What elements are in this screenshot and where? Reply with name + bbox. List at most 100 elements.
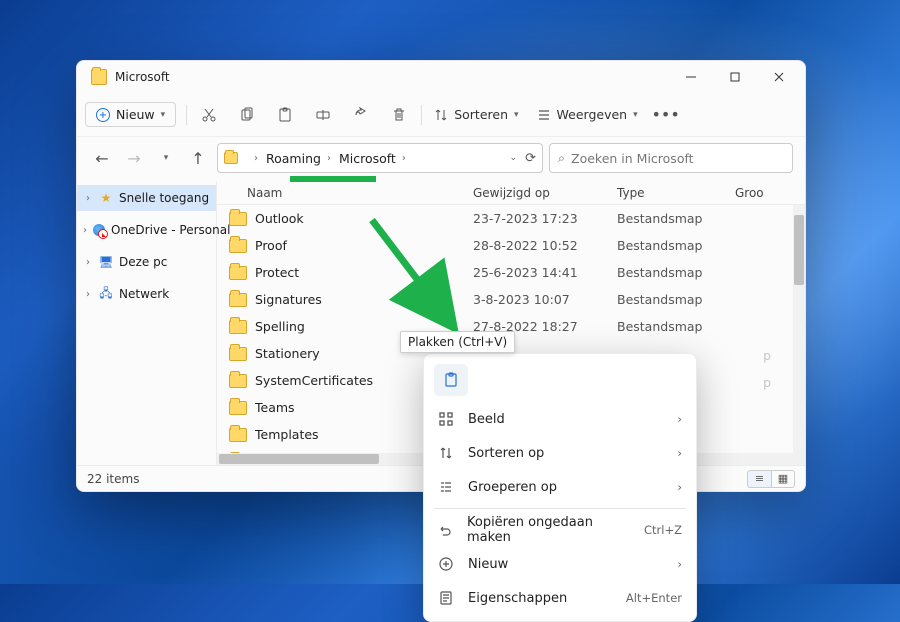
maximize-button[interactable] bbox=[713, 61, 757, 93]
context-item-sort-by[interactable]: Sorteren op › bbox=[424, 436, 696, 470]
forward-button[interactable]: → bbox=[121, 145, 147, 171]
file-name: Protect bbox=[255, 265, 299, 280]
file-name: Outlook bbox=[255, 211, 304, 226]
sidebar-item-label: OneDrive - Personal bbox=[111, 223, 230, 237]
nav-row: ← → ▾ ↑ › Roaming› Microsoft› ⌄ ⟳ ⌕ Zoek… bbox=[77, 137, 805, 181]
vertical-scrollbar[interactable] bbox=[793, 205, 805, 453]
chevron-right-icon: › bbox=[677, 412, 682, 426]
folder-icon bbox=[229, 212, 247, 226]
folder-icon bbox=[229, 347, 247, 361]
table-row[interactable]: Signatures3-8-2023 10:07Bestandsmap bbox=[217, 286, 805, 313]
crumb-label: Roaming bbox=[266, 151, 321, 166]
file-name: Signatures bbox=[255, 292, 322, 307]
table-row[interactable]: Outlook 23-7-2023 17:23Bestandsmap bbox=[217, 205, 805, 232]
file-type: Bestandsmap bbox=[617, 265, 735, 280]
context-item-undo-copy[interactable]: Kopiëren ongedaan maken Ctrl+Z bbox=[424, 513, 696, 547]
context-item-new[interactable]: Nieuw › bbox=[424, 547, 696, 581]
folder-icon bbox=[91, 69, 107, 85]
sort-button[interactable]: Sorteren ▾ bbox=[426, 99, 526, 131]
view-icon bbox=[438, 411, 454, 427]
file-type: Bestandsmap bbox=[617, 238, 735, 253]
col-type[interactable]: Type bbox=[617, 186, 735, 200]
chevron-right-icon: › bbox=[83, 289, 93, 300]
plus-circle-icon bbox=[438, 556, 454, 572]
file-name: Proof bbox=[255, 238, 287, 253]
chevron-right-icon: › bbox=[677, 480, 682, 494]
pc-icon: 🖥 bbox=[99, 255, 113, 269]
table-row[interactable]: Protect25-6-2023 14:41Bestandsmap bbox=[217, 259, 805, 286]
search-placeholder: Zoeken in Microsoft bbox=[571, 151, 694, 166]
col-modified[interactable]: Gewijzigd op bbox=[473, 186, 617, 200]
new-button[interactable]: Nieuw ▾ bbox=[85, 102, 176, 127]
chevron-down-icon[interactable]: ⌄ bbox=[510, 153, 518, 163]
chevron-right-icon: › bbox=[677, 446, 682, 460]
sort-label: Sorteren bbox=[454, 107, 508, 122]
cut-icon[interactable] bbox=[191, 99, 227, 131]
toolbar: Nieuw ▾ Sorteren ▾ Weergeven ▾ ••• bbox=[77, 93, 805, 137]
context-item-label: Groeperen op bbox=[468, 480, 557, 495]
file-modified: 23-7-2023 17:23 bbox=[473, 211, 617, 226]
search-icon: ⌕ bbox=[558, 150, 565, 166]
sidebar-item-quick-access[interactable]: › ★ Snelle toegang bbox=[77, 185, 216, 211]
shortcut: Ctrl+Z bbox=[644, 523, 682, 537]
item-count: 22 items bbox=[87, 472, 139, 486]
address-bar[interactable]: › Roaming› Microsoft› ⌄ ⟳ bbox=[217, 143, 543, 173]
folder-icon bbox=[229, 239, 247, 253]
up-button[interactable]: ↑ bbox=[185, 145, 211, 171]
refresh-icon[interactable]: ⟳ bbox=[525, 151, 536, 166]
separator bbox=[434, 508, 686, 509]
chevron-down-icon: ▾ bbox=[633, 110, 638, 120]
sidebar-item-network[interactable]: › 🖧 Netwerk bbox=[77, 281, 216, 307]
star-icon: ★ bbox=[99, 191, 113, 205]
file-name: Stationery bbox=[255, 346, 320, 361]
search-input[interactable]: ⌕ Zoeken in Microsoft bbox=[549, 143, 793, 173]
delete-icon[interactable] bbox=[381, 99, 417, 131]
network-icon: 🖧 bbox=[99, 287, 113, 301]
sidebar-item-onedrive[interactable]: › OneDrive - Personal bbox=[77, 217, 216, 243]
group-icon bbox=[438, 479, 454, 495]
context-item-group-by[interactable]: Groeperen op › bbox=[424, 470, 696, 504]
back-button[interactable]: ← bbox=[89, 145, 115, 171]
file-type: Bestandsmap bbox=[617, 211, 735, 226]
minimize-button[interactable] bbox=[669, 61, 713, 93]
folder-icon bbox=[229, 428, 247, 442]
more-button[interactable]: ••• bbox=[648, 99, 684, 131]
context-paste-button[interactable] bbox=[434, 364, 468, 396]
view-button[interactable]: Weergeven ▾ bbox=[529, 99, 646, 131]
sidebar-item-label: Snelle toegang bbox=[119, 191, 209, 205]
view-label: Weergeven bbox=[557, 107, 628, 122]
context-item-properties[interactable]: Eigenschappen Alt+Enter bbox=[424, 581, 696, 615]
details-view-button[interactable]: ≡ bbox=[747, 470, 771, 488]
annotation-underline bbox=[290, 176, 376, 182]
table-row[interactable]: Proof28-8-2022 10:52Bestandsmap bbox=[217, 232, 805, 259]
paste-icon[interactable] bbox=[267, 99, 303, 131]
new-label: Nieuw bbox=[116, 107, 155, 122]
properties-icon bbox=[438, 590, 454, 606]
share-icon[interactable] bbox=[343, 99, 379, 131]
window-title: Microsoft bbox=[115, 70, 669, 84]
crumb-label: Microsoft bbox=[339, 151, 396, 166]
context-item-label: Eigenschappen bbox=[468, 591, 567, 606]
ghost-type: p bbox=[763, 348, 771, 363]
copy-icon[interactable] bbox=[229, 99, 265, 131]
file-type: Bestandsmap bbox=[617, 292, 735, 307]
breadcrumb-microsoft[interactable]: Microsoft› bbox=[339, 151, 408, 166]
chevron-right-icon: › bbox=[677, 557, 682, 571]
separator bbox=[421, 105, 422, 125]
context-top-icons bbox=[424, 360, 696, 402]
folder-icon bbox=[229, 293, 247, 307]
file-name: Spelling bbox=[255, 319, 305, 334]
sidebar-item-this-pc[interactable]: › 🖥 Deze pc bbox=[77, 249, 216, 275]
context-item-label: Sorteren op bbox=[468, 446, 544, 461]
col-name[interactable]: Naam bbox=[225, 186, 473, 200]
breadcrumb-roaming[interactable]: Roaming› bbox=[266, 151, 333, 166]
recent-button[interactable]: ▾ bbox=[153, 145, 179, 171]
context-item-view[interactable]: Beeld › bbox=[424, 402, 696, 436]
folder-icon bbox=[229, 266, 247, 280]
chevron-right-icon: › bbox=[83, 225, 87, 236]
col-size[interactable]: Groo bbox=[735, 186, 797, 200]
sidebar-item-label: Netwerk bbox=[119, 287, 169, 301]
close-button[interactable] bbox=[757, 61, 801, 93]
rename-icon[interactable] bbox=[305, 99, 341, 131]
icons-view-button[interactable]: ▦ bbox=[771, 470, 795, 488]
